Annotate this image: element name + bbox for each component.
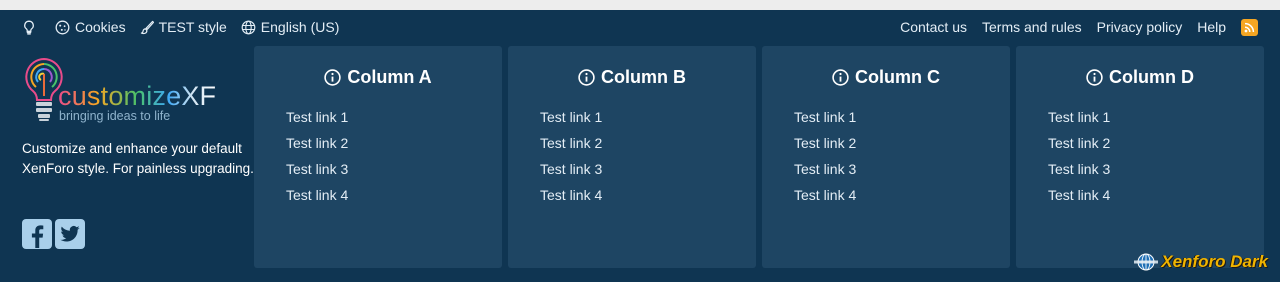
column-link[interactable]: Test link 1 (286, 107, 502, 133)
column-link[interactable]: Test link 2 (1048, 133, 1264, 159)
column-link[interactable]: Test link 3 (1048, 159, 1264, 185)
column-link[interactable]: Test link 3 (540, 159, 756, 185)
style-chooser-link[interactable] (22, 20, 41, 35)
column-links: Test link 1 Test link 2 Test link 3 Test… (254, 107, 502, 211)
info-circle-icon (578, 68, 595, 86)
language-link[interactable]: English (US) (241, 19, 340, 35)
privacy-policy-link[interactable]: Privacy policy (1097, 19, 1183, 35)
info-circle-icon (1086, 68, 1103, 86)
column-link[interactable]: Test link 3 (794, 159, 1010, 185)
facebook-button[interactable] (22, 219, 52, 249)
footer-column-b: Column B Test link 1 Test link 2 Test li… (508, 46, 756, 268)
facebook-icon (31, 225, 44, 248)
column-link[interactable]: Test link 1 (540, 107, 756, 133)
column-title-text: Column B (601, 66, 686, 87)
column-title-text: Column D (1109, 66, 1194, 87)
column-link[interactable]: Test link 4 (540, 185, 756, 211)
contact-us-link[interactable]: Contact us (900, 19, 967, 35)
footer-column-a: Column A Test link 1 Test link 2 Test li… (254, 46, 502, 268)
column-link[interactable]: Test link 1 (1048, 107, 1264, 133)
browser-top-strip (0, 0, 1280, 10)
footer-brand: customizeXF bringing ideas to life Custo… (22, 55, 254, 260)
column-title: Column A (254, 66, 502, 88)
style-badge: Xenforo Dark (1134, 252, 1268, 272)
column-title-text: Column C (855, 66, 940, 87)
footer-columns: Column A Test link 1 Test link 2 Test li… (254, 46, 1264, 268)
globe-icon (241, 20, 256, 34)
column-title: Column C (762, 66, 1010, 88)
column-link[interactable]: Test link 2 (540, 133, 756, 159)
lightbulb-icon (24, 20, 34, 35)
column-title: Column B (508, 66, 756, 88)
footer-column-d: Column D Test link 1 Test link 2 Test li… (1016, 46, 1264, 268)
footer-navbar: Cookies TEST style English (US) Contact … (0, 10, 1280, 44)
column-links: Test link 1 Test link 2 Test link 3 Test… (1016, 107, 1264, 211)
column-link[interactable]: Test link 4 (794, 185, 1010, 211)
social-links (22, 219, 88, 249)
logo-word-text: customizeXF (58, 81, 217, 111)
nav-item-label: Contact us (900, 19, 968, 35)
info-circle-icon (832, 68, 849, 86)
column-link[interactable]: Test link 2 (286, 133, 502, 159)
column-title-text: Column A (347, 66, 432, 87)
logo-tagline: bringing ideas to life (59, 109, 171, 123)
twitter-button[interactable] (55, 219, 85, 249)
cookies-link[interactable]: Cookies (55, 19, 126, 35)
nav-item-label: Terms and rules (982, 19, 1082, 35)
navbar-left-group: Cookies TEST style English (US) (22, 19, 353, 35)
column-link[interactable]: Test link 1 (794, 107, 1010, 133)
footer-column-c: Column C Test link 1 Test link 2 Test li… (762, 46, 1010, 268)
column-link[interactable]: Test link 4 (286, 185, 502, 211)
badge-text: Xenforo Dark (1161, 252, 1268, 271)
paintbrush-icon (140, 20, 154, 34)
navbar-right-group: Contact us Terms and rules Privacy polic… (885, 18, 1258, 36)
nav-item-label: Cookies (75, 19, 126, 35)
style-link[interactable]: TEST style (140, 19, 227, 35)
column-links: Test link 1 Test link 2 Test link 3 Test… (762, 107, 1010, 211)
twitter-icon (60, 226, 80, 242)
column-links: Test link 1 Test link 2 Test link 3 Test… (508, 107, 756, 211)
column-link[interactable]: Test link 4 (1048, 185, 1264, 211)
column-title: Column D (1016, 66, 1264, 88)
rss-button[interactable] (1241, 18, 1258, 36)
help-link[interactable]: Help (1197, 19, 1226, 35)
info-circle-icon (324, 68, 342, 86)
column-link[interactable]: Test link 3 (286, 159, 502, 185)
nav-item-label: Help (1197, 19, 1226, 35)
cookie-icon (55, 20, 70, 34)
rss-icon (1244, 22, 1255, 32)
column-link[interactable]: Test link 2 (794, 133, 1010, 159)
brand-description: Customize and enhance your default XenFo… (22, 141, 254, 176)
nav-item-label: Privacy policy (1096, 19, 1183, 35)
site-logo[interactable]: customizeXF bringing ideas to life (22, 55, 232, 127)
nav-item-label: English (US) (260, 19, 340, 35)
globe-badge-icon (1134, 253, 1159, 271)
nav-item-label: TEST style (158, 19, 227, 35)
terms-link[interactable]: Terms and rules (982, 19, 1082, 35)
logo-wordmark: customizeXF (58, 81, 216, 112)
